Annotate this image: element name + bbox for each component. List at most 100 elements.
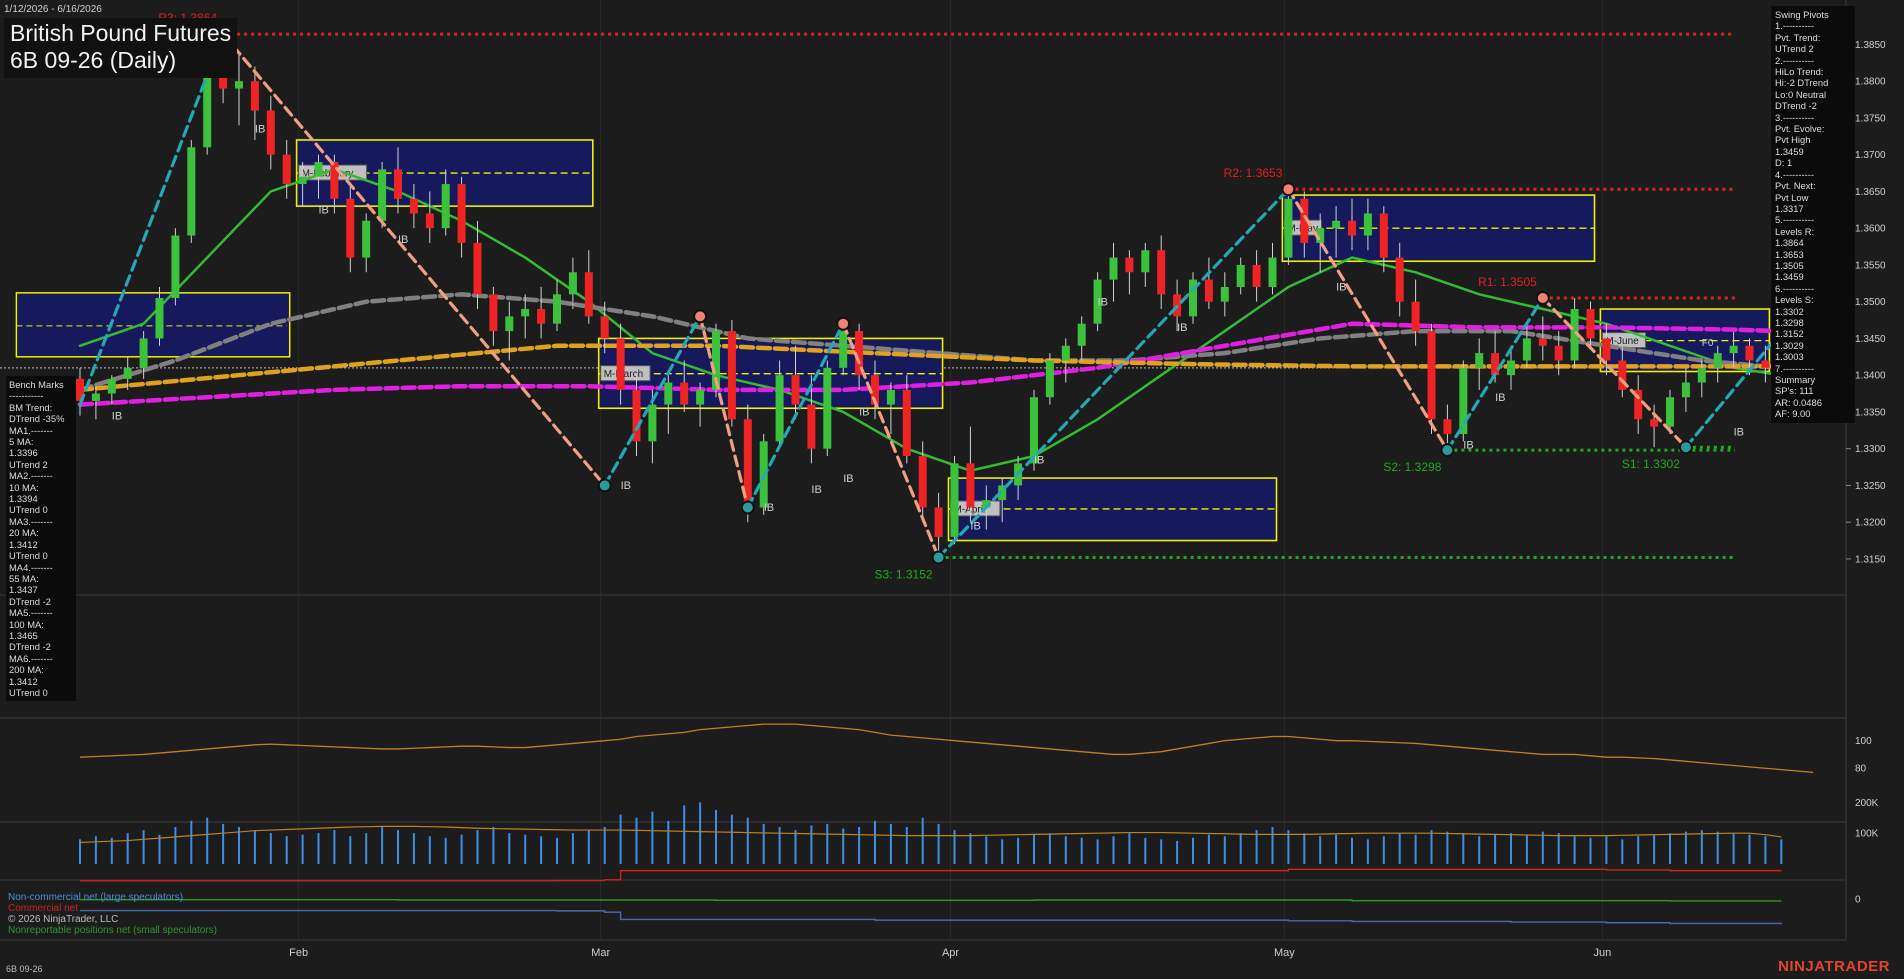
price-tick-label: 1.3700: [1855, 150, 1886, 161]
candle-body: [394, 169, 402, 199]
atr-line: [79, 723, 1814, 774]
candle-body: [537, 309, 546, 324]
candle-body: [1109, 257, 1118, 280]
candle-body: [1697, 367, 1706, 383]
panel-line: Summary: [1775, 374, 1816, 385]
ib-label: IB: [319, 204, 329, 216]
candle-body: [250, 81, 259, 111]
candle-body: [1220, 286, 1229, 302]
panel-line: Pvt. Next:: [1775, 180, 1816, 192]
panel-line: SP's: 111: [1775, 385, 1814, 397]
chart-canvas: 1.3850 1.3800 1.3750 1.3700 1.3650 1.3600 1.35…: [0, 0, 1886, 959]
candle-body: [282, 154, 291, 185]
candle-body: [1348, 220, 1356, 236]
panel-line: Bench Marks: [9, 379, 64, 390]
panel-line: 6.----------: [1775, 282, 1815, 294]
candle-body: [1522, 338, 1531, 361]
legend-nonreportable: Nonreportable positions net (small specu…: [8, 925, 217, 936]
panel-line: D: 1: [1775, 157, 1793, 169]
panel-line: 1.3412: [9, 675, 38, 687]
panel-line: Pvt. Evolve:: [1775, 123, 1825, 135]
panel-line: 1.3459: [1775, 145, 1804, 157]
candle-body: [791, 375, 800, 405]
panel-line: AR: 0.0486: [1775, 396, 1822, 408]
panel-line: 1.3653: [1775, 248, 1804, 260]
candle-body: [1204, 279, 1213, 302]
panel-line: Levels R:: [1775, 225, 1815, 237]
price-tick-label: 1.3750: [1855, 113, 1886, 124]
f0-label: F0: [1702, 338, 1714, 349]
pivot-marker: [931, 550, 946, 565]
month-label: Feb: [289, 947, 308, 959]
candle-body: [1061, 345, 1070, 361]
pivot-marker: [1281, 182, 1296, 197]
ib-label: IB: [764, 502, 774, 514]
candle-body: [171, 235, 180, 298]
cot-series-line: [80, 868, 1782, 882]
candle-body: [934, 507, 943, 537]
panel-line: Lo:0 Neutral: [1775, 88, 1827, 100]
panel-line: AF: 9.00: [1775, 408, 1811, 420]
candle-body: [1507, 360, 1515, 376]
candle-body: [1491, 353, 1500, 376]
candle-body: [1141, 250, 1150, 273]
ib-label: IB: [621, 480, 631, 492]
price-tick-label: 1.3300: [1855, 444, 1886, 455]
panel-line: 10 MA:: [9, 481, 39, 493]
ib-label: IB: [811, 484, 821, 496]
candle-body: [187, 147, 196, 236]
panel-line: MA5.-------: [9, 607, 53, 619]
candle-body: [123, 367, 132, 379]
panel-line: 1.----------: [1775, 20, 1815, 32]
candle-body: [950, 463, 959, 537]
candle-body: [664, 382, 673, 405]
panel-line: DTrend -35%: [9, 413, 65, 425]
level-label: S3: 1.3152: [875, 567, 933, 581]
candle-body: [886, 389, 895, 405]
ib-label: IB: [1177, 322, 1187, 334]
candle-body: [1268, 257, 1277, 287]
candle-body: [616, 338, 625, 390]
ib-label: IB: [1034, 454, 1044, 466]
candle-body: [1077, 323, 1086, 346]
cot-legend: Non-commercial net (large speculators) C…: [8, 892, 217, 936]
month-label: Mar: [591, 947, 610, 959]
candle-body: [775, 375, 784, 442]
pivot-marker: [1535, 291, 1550, 305]
ib-label: IB: [1098, 296, 1108, 308]
panel-line: 1.3029: [1775, 339, 1804, 351]
month-label: Jun: [1594, 947, 1612, 959]
bench-box: [15, 292, 291, 358]
pivot-marker: [740, 500, 755, 515]
candle-body: [696, 389, 705, 405]
panel-line: 1.3505: [1775, 259, 1804, 271]
level-label: R2: 1.3653: [1224, 166, 1283, 180]
ib-label: IB: [970, 521, 980, 533]
cot-series-line: [80, 898, 1782, 902]
candle-body: [1554, 345, 1563, 361]
candle-body: [155, 298, 164, 339]
level-label: S2: 1.3298: [1383, 460, 1441, 474]
candle-body: [1379, 213, 1388, 258]
panel-line: 1.3864: [1775, 237, 1804, 249]
candle-body: [648, 404, 657, 442]
panel-line: UTrend 0: [9, 504, 48, 516]
panel-line: 1.3298: [1775, 316, 1804, 328]
candle-body: [1602, 338, 1611, 361]
cot-tick-label: 0: [1855, 895, 1861, 906]
candle-body: [1332, 220, 1341, 229]
candle-body: [266, 110, 275, 155]
price-tick-label: 1.3400: [1855, 371, 1886, 382]
candle-body: [600, 316, 609, 339]
atr-tick-label: 80: [1855, 764, 1867, 775]
candle-body: [139, 338, 148, 368]
price-tick-label: 1.3500: [1855, 297, 1886, 308]
chart-title-box: British Pound Futures 6B 09-26 (Daily): [4, 18, 238, 78]
ib-label: IB: [1734, 426, 1744, 438]
monthly-box-tag: M-March: [600, 365, 651, 382]
panel-line: 3.----------: [1775, 111, 1815, 123]
panel-line: MA1.-------: [9, 424, 53, 436]
panel-line: UTrend 0: [9, 686, 48, 698]
price-tick-label: 1.3200: [1855, 518, 1886, 529]
panel-line: Pvt High: [1775, 134, 1811, 146]
